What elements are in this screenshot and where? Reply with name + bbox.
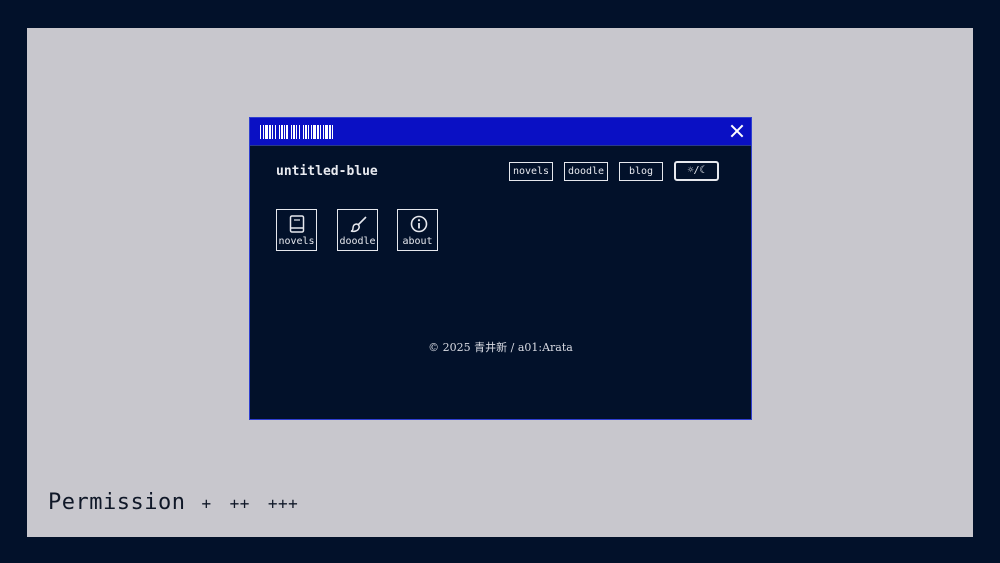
barcode-stripe bbox=[320, 125, 321, 139]
tile-label: novels bbox=[278, 236, 315, 247]
permission-level-3: +++ bbox=[267, 494, 299, 513]
tile-label: about bbox=[402, 236, 433, 247]
barcode-stripe bbox=[303, 125, 304, 139]
nav-novels[interactable]: novels bbox=[509, 162, 553, 181]
barcode-stripe bbox=[296, 125, 297, 139]
close-icon[interactable] bbox=[729, 123, 745, 139]
barcode-stripe bbox=[281, 125, 283, 139]
barcode-stripe bbox=[308, 125, 309, 139]
info-icon bbox=[410, 215, 428, 233]
nav-blog[interactable]: blog bbox=[619, 162, 663, 181]
barcode-stripe bbox=[284, 125, 285, 139]
book-icon bbox=[289, 215, 305, 233]
barcode-stripe bbox=[311, 125, 312, 139]
barcode-stripe bbox=[263, 125, 264, 139]
brush-icon bbox=[350, 216, 367, 233]
barcode-stripe bbox=[323, 125, 324, 139]
barcode-stripe bbox=[325, 125, 328, 139]
barcode-stripe bbox=[275, 125, 276, 139]
site-title[interactable]: untitled-blue bbox=[276, 164, 378, 179]
tile-novels[interactable]: novels bbox=[276, 209, 317, 251]
barcode-stripe bbox=[299, 125, 300, 139]
app-window: untitled-blue novels doodle blog ☼/☾ nov… bbox=[249, 117, 752, 420]
permission-level-1: + bbox=[201, 494, 212, 513]
barcode-stripe bbox=[265, 125, 268, 139]
titlebar-divider bbox=[250, 145, 751, 146]
footer-copyright: © 2025 青井新 / a01:Arata bbox=[428, 341, 573, 354]
permission-caption: Permission + ++ +++ bbox=[48, 490, 298, 515]
barcode-stripe bbox=[291, 125, 292, 139]
barcode-stripe bbox=[279, 125, 280, 139]
barcode-stripe bbox=[269, 125, 271, 139]
permission-title: Permission bbox=[48, 490, 186, 515]
theme-toggle-button[interactable]: ☼/☾ bbox=[674, 161, 719, 181]
barcode-stripe bbox=[272, 125, 273, 139]
barcode-stripe bbox=[293, 125, 295, 139]
barcode-stripe bbox=[286, 125, 288, 139]
nav-doodle[interactable]: doodle bbox=[564, 162, 608, 181]
tile-doodle[interactable]: doodle bbox=[337, 209, 378, 251]
barcode-stripe bbox=[313, 125, 316, 139]
barcode-stripe bbox=[260, 125, 261, 139]
barcode-stripe bbox=[329, 125, 331, 139]
permission-level-2: ++ bbox=[229, 494, 250, 513]
barcode-stripe bbox=[305, 125, 307, 139]
tile-label: doodle bbox=[339, 236, 376, 247]
window-titlebar[interactable] bbox=[250, 118, 751, 145]
barcode-decoration bbox=[260, 125, 333, 139]
tile-about[interactable]: about bbox=[397, 209, 438, 251]
barcode-stripe bbox=[317, 125, 319, 139]
barcode-stripe bbox=[332, 125, 333, 139]
